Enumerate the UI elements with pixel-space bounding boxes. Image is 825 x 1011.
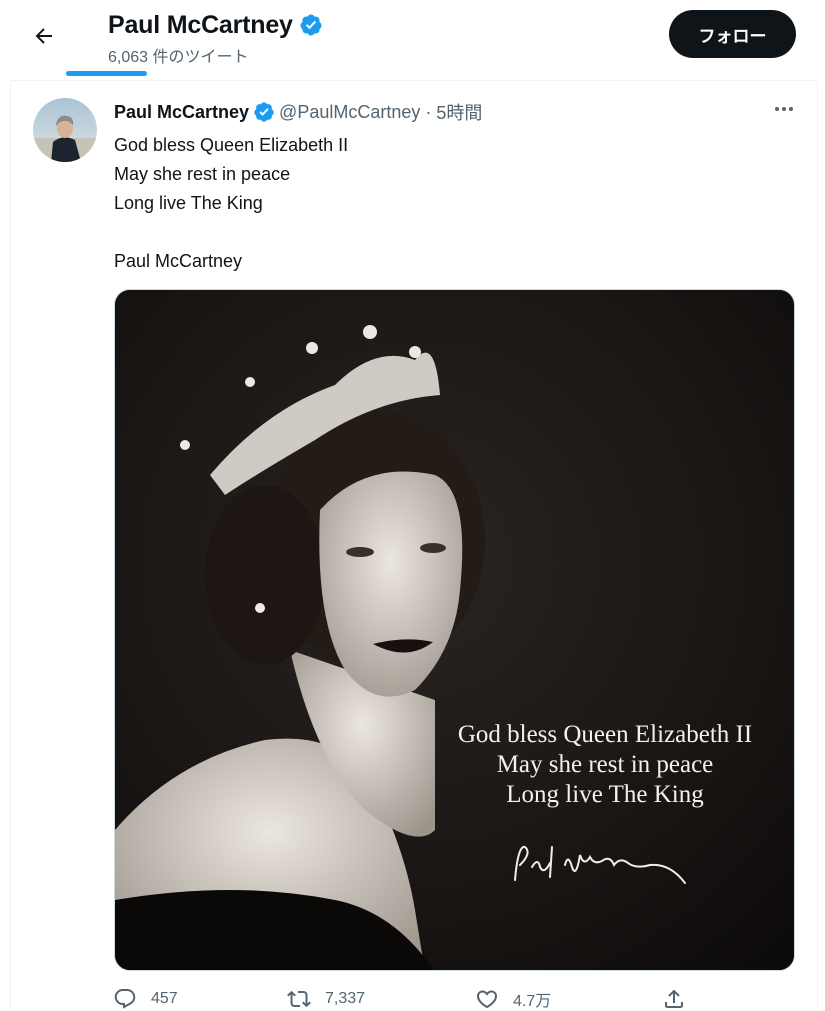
- reply-count: 457: [151, 990, 178, 1007]
- back-arrow-icon: [35, 28, 52, 44]
- author-handle[interactable]: @PaulMcCartney: [279, 102, 420, 123]
- more-icon: [775, 107, 779, 111]
- share-icon: [665, 989, 683, 1008]
- tweet-line: God bless Queen Elizabeth II: [114, 135, 349, 155]
- tweet-line: May she rest in peace: [114, 164, 291, 184]
- like-button[interactable]: 4.7万: [475, 987, 551, 1011]
- tab-indicator: [66, 71, 147, 76]
- signature-image: [514, 845, 686, 884]
- reply-button[interactable]: 457: [113, 987, 178, 1011]
- image-overlay-line: Long live The King: [506, 781, 704, 808]
- like-count: 4.7万: [513, 993, 552, 1010]
- verified-badge-icon: [254, 102, 274, 122]
- like-icon: [476, 990, 498, 1009]
- tweet-card[interactable]: Paul McCartney @PaulMcCartney · 5時間 God …: [10, 80, 818, 1011]
- image-overlay-line: May she rest in peace: [496, 751, 714, 778]
- tweet-line: Paul McCartney: [114, 251, 243, 271]
- meta-separator: ·: [425, 101, 432, 122]
- back-button[interactable]: [24, 16, 64, 56]
- tweet-header: Paul McCartney @PaulMcCartney · 5時間: [114, 99, 482, 125]
- follow-button[interactable]: フォロー: [669, 10, 796, 58]
- avatar-photo: [33, 98, 97, 162]
- tweet-image[interactable]: God bless Queen Elizabeth II May she res…: [114, 289, 795, 971]
- retweet-button[interactable]: 7,337: [287, 987, 365, 1011]
- image-overlay-line: God bless Queen Elizabeth II: [457, 721, 753, 748]
- tweet-count: 6,063 件のツイート: [108, 49, 249, 66]
- share-button[interactable]: [662, 987, 686, 1011]
- tweet-line: Long live The King: [114, 193, 263, 213]
- retweet-count: 7,337: [325, 990, 366, 1007]
- page-title: Paul McCartney: [108, 11, 293, 39]
- tweet-text: God bless Queen Elizabeth II May she res…: [114, 131, 348, 276]
- header-title-block: Paul McCartney 6,063 件のツイート: [108, 8, 323, 67]
- profile-header: Paul McCartney 6,063 件のツイート フォロー: [0, 0, 825, 78]
- avatar[interactable]: [33, 98, 97, 162]
- more-button[interactable]: [769, 99, 799, 119]
- tweet-action-bar: 457 7,337 4.7万: [11, 987, 819, 1011]
- reply-icon: [114, 989, 136, 1009]
- image-overlay-text: God bless Queen Elizabeth II May she res…: [415, 720, 794, 810]
- author-name[interactable]: Paul McCartney: [114, 102, 249, 123]
- verified-badge-icon: [300, 14, 322, 36]
- more-icon-dot: [782, 107, 786, 111]
- more-icon-dot: [789, 107, 793, 111]
- tweet-time[interactable]: 5時間: [436, 99, 482, 125]
- retweet-icon: [287, 990, 311, 1008]
